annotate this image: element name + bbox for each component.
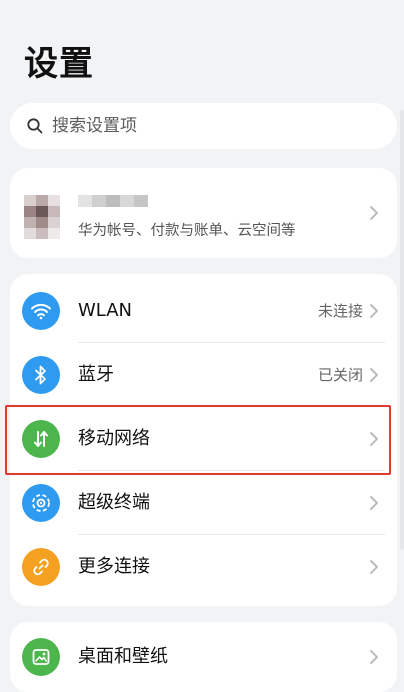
settings-item-value: 已关闭	[317, 366, 363, 384]
settings-item-label: 移动网络	[78, 428, 150, 449]
account-subtitle: 华为帐号、付款与账单、云空间等	[78, 223, 296, 239]
search-input[interactable]	[52, 116, 372, 136]
settings-item-label: 超级终端	[78, 492, 150, 513]
super-device-icon	[22, 484, 60, 522]
settings-item-label: WLAN	[78, 300, 133, 321]
settings-item-mobile-network[interactable]: 移动网络	[10, 407, 397, 471]
settings-item-more-connections[interactable]: 更多连接	[10, 535, 397, 599]
settings-item-label: 更多连接	[78, 556, 150, 577]
scrollbar[interactable]	[400, 110, 404, 550]
link-icon	[22, 548, 60, 586]
display-card: 桌面和壁纸	[10, 622, 397, 692]
settings-item-wlan[interactable]: WLAN 未连接	[10, 279, 397, 343]
search-icon	[27, 118, 43, 134]
mobile-data-icon	[22, 420, 60, 458]
chevron-right-icon	[370, 432, 378, 446]
settings-item-super-device[interactable]: 超级终端	[10, 471, 397, 535]
chevron-right-icon	[370, 650, 378, 664]
account-card[interactable]: 华为帐号、付款与账单、云空间等	[10, 168, 397, 258]
search-bar[interactable]	[10, 103, 397, 149]
connectivity-card: WLAN 未连接 蓝牙 已关闭 移动网络 超级终端 更多连接	[10, 274, 397, 606]
settings-item-value: 未连接	[317, 302, 363, 320]
page-title: 设置	[24, 44, 94, 84]
chevron-right-icon	[370, 560, 378, 574]
chevron-right-icon	[370, 206, 378, 220]
chevron-right-icon	[370, 496, 378, 510]
wifi-icon	[22, 292, 60, 330]
chevron-right-icon	[370, 368, 378, 382]
settings-item-bluetooth[interactable]: 蓝牙 已关闭	[10, 343, 397, 407]
settings-item-label: 蓝牙	[78, 364, 114, 385]
bluetooth-icon	[22, 356, 60, 394]
settings-item-label: 桌面和壁纸	[78, 646, 168, 667]
chevron-right-icon	[370, 304, 378, 318]
wallpaper-icon	[22, 638, 60, 676]
avatar	[24, 195, 60, 239]
account-name-blurred	[78, 195, 148, 207]
settings-item-wallpaper[interactable]: 桌面和壁纸	[10, 625, 397, 689]
